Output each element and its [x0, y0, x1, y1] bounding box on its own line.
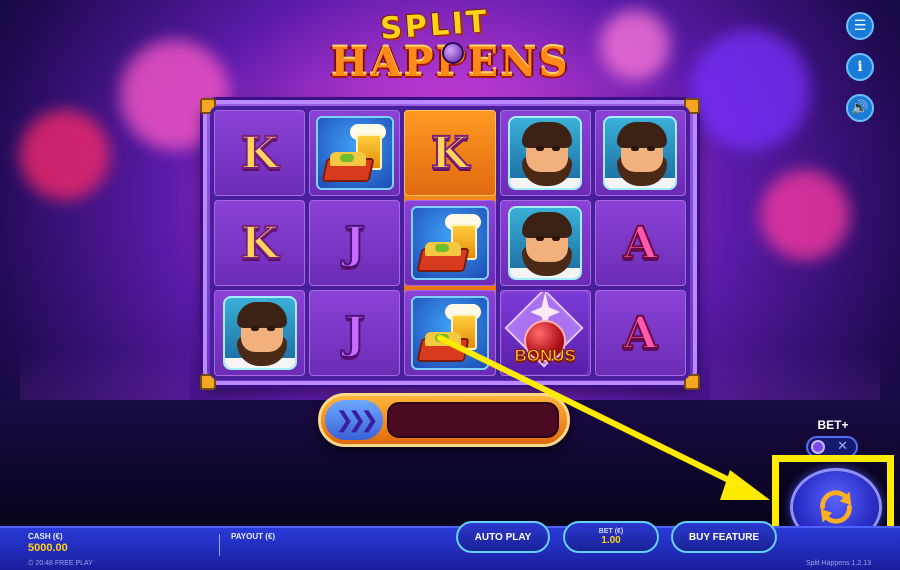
time-mode: ⏱ 20:48 FREE PLAY	[28, 560, 93, 568]
letter-symbol: K	[239, 217, 279, 270]
beer-nachos-symbol-icon	[410, 296, 489, 370]
bowler-symbol-icon	[508, 116, 583, 190]
bowling-ball-icon	[442, 42, 464, 64]
reel-cell	[499, 110, 591, 196]
letter-symbol: J	[343, 217, 366, 270]
beer-nachos-symbol-icon	[315, 116, 394, 190]
info-button[interactable]: i	[846, 53, 874, 81]
time-mode-text: 20:48 FREE PLAY	[35, 560, 93, 567]
reel-cell: K	[214, 200, 306, 286]
menu-button[interactable]: ☰	[846, 12, 874, 40]
background-light	[600, 10, 670, 80]
reel-cell: K	[214, 110, 306, 196]
letter-symbol: A	[622, 217, 658, 270]
reel-column: JJ	[309, 110, 401, 376]
reel-cell: J	[309, 200, 401, 286]
game-logo: SPLIT HAPPENS	[320, 4, 580, 100]
background-light	[20, 110, 110, 200]
beer-nachos-symbol-icon	[410, 206, 489, 280]
bar-divider	[219, 534, 220, 556]
bonus-symbol-icon: BONUS	[502, 292, 589, 374]
bonus-label: BONUS	[514, 346, 576, 366]
letter-symbol: A	[622, 307, 658, 360]
background-light	[760, 170, 850, 260]
cash-label: CASH (€)	[28, 532, 63, 541]
info-icon: i	[857, 59, 863, 75]
auto-play-label: AUTO PLAY	[474, 531, 532, 543]
reel-cell: BONUS	[499, 290, 591, 376]
reel-cell: K	[404, 110, 496, 196]
cash-value: 5000.00	[28, 542, 68, 554]
letter-symbol: K	[430, 127, 470, 180]
payout-label: PAYOUT (€)	[231, 532, 276, 541]
feature-meter: ❯❯❯	[318, 393, 570, 447]
background-light	[690, 30, 810, 150]
reel-cell: A	[594, 290, 686, 376]
version-text: Split Happens 1.2.13	[806, 560, 871, 567]
bet-label: BET (€)	[598, 528, 624, 535]
letter-symbol: K	[239, 127, 279, 180]
betplus-label: BET+	[817, 418, 849, 432]
menu-icon: ☰	[853, 18, 867, 34]
reel-cell: J	[309, 290, 401, 376]
reel-column: AA	[594, 110, 686, 376]
buy-feature-button[interactable]: BUY FEATURE	[671, 521, 777, 553]
toggle-knob	[811, 440, 825, 454]
bowler-symbol-icon	[222, 296, 297, 370]
sound-button[interactable]: 🔊	[846, 94, 874, 122]
bowler-symbol-icon	[508, 206, 583, 280]
bet-value: 1.00	[601, 535, 621, 546]
spin-icon	[820, 490, 852, 524]
reel-column: K	[404, 110, 496, 376]
reel-cell	[214, 290, 306, 376]
buy-feature-label: BUY FEATURE	[688, 531, 760, 543]
sound-icon: 🔊	[851, 100, 869, 116]
reel-cell	[499, 200, 591, 286]
close-icon: ✕	[837, 439, 848, 454]
reel-cell	[404, 290, 496, 376]
reel-cell	[309, 110, 401, 196]
reel-cell: A	[594, 200, 686, 286]
bet-selector[interactable]: BET (€) 1.00	[563, 521, 659, 553]
reel-cell	[404, 200, 496, 286]
meter-track	[387, 402, 559, 438]
reel-column: BONUS	[499, 110, 591, 376]
letter-symbol: J	[343, 307, 366, 360]
chevrons-icon: ❯❯❯	[325, 400, 383, 440]
bowler-symbol-icon	[603, 116, 678, 190]
auto-play-button[interactable]: AUTO PLAY	[456, 521, 550, 553]
reel-cell	[594, 110, 686, 196]
reels-grid: K K J J K BONUS A A	[210, 106, 690, 380]
reel-column: KK	[214, 110, 306, 376]
